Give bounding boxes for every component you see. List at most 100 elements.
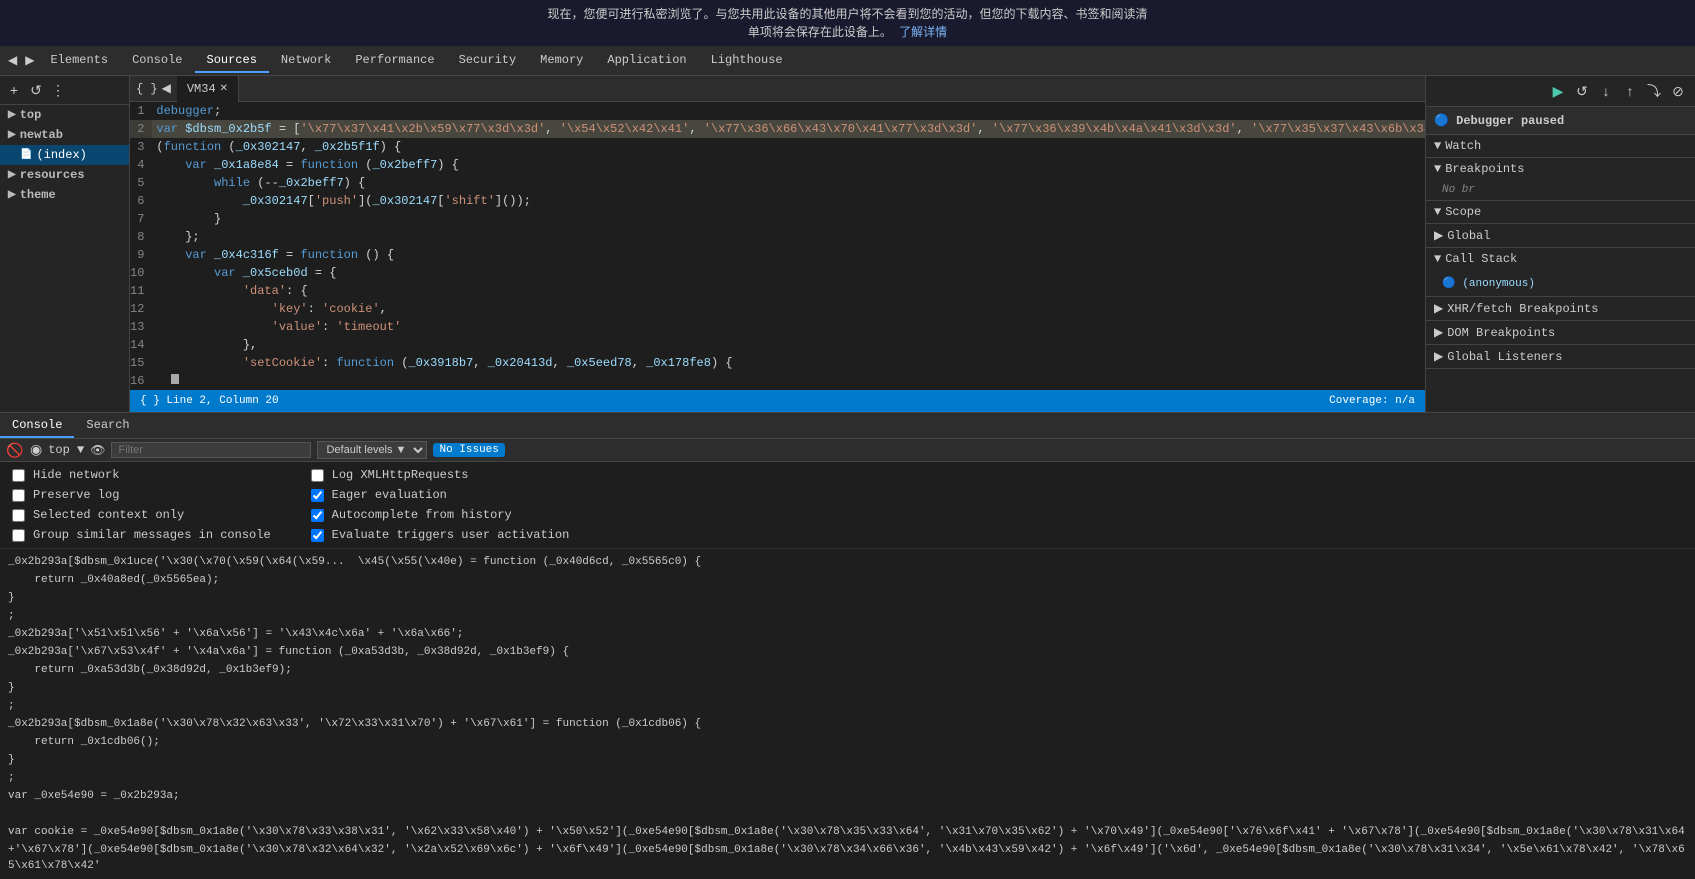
log-xhr-checkbox[interactable] — [311, 469, 324, 482]
console-level-select[interactable]: Default levels ▼ — [317, 441, 427, 459]
tab-arrow-left[interactable]: ◀ — [162, 81, 171, 96]
console-line: var cookie = _0xe54e90[$dbsm_0x1a8e('\x3… — [8, 823, 1687, 841]
settings-left-col: Hide network Preserve log Selected conte… — [12, 468, 271, 542]
tab-application[interactable]: Application — [595, 49, 698, 73]
code-line-7: 7 } — [130, 210, 1425, 228]
xhr-breakpoints-section: ▶ XHR/fetch Breakpoints — [1426, 297, 1695, 321]
step-btn[interactable]: ⤵ — [1643, 80, 1665, 102]
incognito-bar: 现在，您便可进行私密浏览了。与您共用此设备的其他用户将不会看到您的活动，但您的下… — [0, 0, 1695, 46]
console-line: _0x2b293a['\x51\x51\x56' + '\x6a\x56'] =… — [8, 625, 1687, 643]
xhr-breakpoints-header[interactable]: ▶ XHR/fetch Breakpoints — [1426, 297, 1695, 320]
incognito-line1: 现在，您便可进行私密浏览了。与您共用此设备的其他用户将不会看到您的活动，但您的下… — [0, 6, 1695, 24]
tab-security[interactable]: Security — [447, 49, 529, 73]
learn-more-link[interactable]: 了解详情 — [899, 26, 947, 40]
sidebar-more-btn[interactable]: ⋮ — [48, 80, 68, 100]
code-status-bar: { } Line 2, Column 20 Coverage: n/a — [130, 390, 1425, 412]
bottom-tab-search[interactable]: Search — [74, 414, 141, 438]
watch-section-header[interactable]: ▼ Watch — [1426, 135, 1695, 157]
close-tab-icon[interactable]: ✕ — [220, 83, 228, 95]
code-line-15: 15 'setCookie': function (_0x3918b7, _0x… — [130, 354, 1425, 372]
dom-breakpoints-header[interactable]: ▶ DOM Breakpoints — [1426, 321, 1695, 344]
scope-section-header[interactable]: ▼ Scope — [1426, 201, 1695, 223]
console-line: _0x2b293a[$dbsm_0x1a8e('\x30\x78\x32\x63… — [8, 715, 1687, 733]
tab-elements[interactable]: Elements — [38, 49, 120, 73]
setting-eval-triggers: Evaluate triggers user activation — [311, 528, 570, 542]
tab-nav-next[interactable]: ▶ — [21, 53, 38, 68]
console-line: } — [8, 589, 1687, 607]
code-line-2: 2 var $dbsm_0x2b5f = ['\x77\x37\x41\x2b\… — [130, 120, 1425, 138]
code-line-13: 13 'value': 'timeout' — [130, 318, 1425, 336]
setting-selected-context: Selected context only — [12, 508, 271, 522]
code-line-11: 11 'data': { — [130, 282, 1425, 300]
console-output[interactable]: _0x2b293a[$dbsm_0x1uce('\x30(\x70(\x59(\… — [0, 549, 1695, 879]
sidebar-toolbar: + ↺ ⋮ — [0, 76, 129, 105]
step-into-btn[interactable]: ↓ — [1595, 80, 1617, 102]
global-section: ▶ Global — [1426, 224, 1695, 248]
hide-network-label: Hide network — [33, 468, 119, 482]
chevron-right-icon-3: ▶ — [8, 169, 16, 181]
console-line: ; — [8, 769, 1687, 787]
group-similar-checkbox[interactable] — [12, 529, 25, 542]
format-icon: { } — [136, 82, 158, 96]
sidebar-refresh-btn[interactable]: ↺ — [26, 80, 46, 100]
global-listeners-header[interactable]: ▶ Global Listeners — [1426, 345, 1695, 368]
step-out-btn[interactable]: ↑ — [1619, 80, 1641, 102]
breakpoints-content: No br — [1426, 180, 1695, 200]
code-lines: 1 debugger; 2 var $dbsm_0x2b5f = ['\x77\… — [130, 102, 1425, 390]
setting-hide-network: Hide network — [12, 468, 271, 482]
console-line: var _0xe54e90 = _0x2b293a; — [8, 787, 1687, 805]
tab-performance[interactable]: Performance — [343, 49, 446, 73]
chevron-right-icon-gl: ▶ — [1434, 349, 1443, 364]
eval-triggers-checkbox[interactable] — [311, 529, 324, 542]
console-clear-btn[interactable]: 🚫 — [6, 441, 24, 459]
code-content[interactable]: 1 debugger; 2 var $dbsm_0x2b5f = ['\x77\… — [130, 102, 1425, 390]
eager-eval-checkbox[interactable] — [311, 489, 324, 502]
sidebar-item-resources[interactable]: ▶ resources — [0, 165, 129, 185]
breakpoints-section-header[interactable]: ▼ Breakpoints — [1426, 158, 1695, 180]
tab-network[interactable]: Network — [269, 49, 343, 73]
tab-nav-prev[interactable]: ◀ — [4, 53, 21, 68]
code-tab-bar: { } ◀ VM34 ✕ — [130, 76, 1425, 102]
sidebar-item-theme[interactable]: ▶ theme — [0, 185, 129, 205]
resume-btn[interactable]: ▶ — [1547, 80, 1569, 102]
call-stack-content: 🔵 (anonymous) — [1426, 270, 1695, 296]
log-icon: ◉ — [30, 442, 42, 459]
console-line: ; — [8, 607, 1687, 625]
code-line-10: 10 var _0x5ceb0d = { — [130, 264, 1425, 282]
deactivate-btn[interactable]: ⊘ — [1667, 80, 1689, 102]
no-issues-badge: No Issues — [433, 443, 504, 457]
chevron-right-icon-dom: ▶ — [1434, 325, 1443, 340]
global-section-header[interactable]: ▶ Global — [1426, 224, 1695, 247]
preserve-log-checkbox[interactable] — [12, 489, 25, 502]
code-line-12: 12 'key': 'cookie', — [130, 300, 1425, 318]
bottom-tab-console[interactable]: Console — [0, 414, 74, 438]
code-line-3: 3 (function (_0x302147, _0x2b5f1f) { — [130, 138, 1425, 156]
tab-sources[interactable]: Sources — [195, 49, 269, 73]
call-stack-item[interactable]: 🔵 (anonymous) — [1442, 274, 1679, 292]
hide-network-checkbox[interactable] — [12, 469, 25, 482]
chevron-right-icon-4: ▶ — [8, 189, 16, 201]
selected-context-checkbox[interactable] — [12, 509, 25, 522]
sidebar-item-top[interactable]: ▶ top — [0, 105, 129, 125]
watch-section: ▼ Watch — [1426, 135, 1695, 158]
debugger-toolbar: ▶ ↺ ↓ ↑ ⤵ ⊘ — [1426, 76, 1695, 107]
step-over-btn[interactable]: ↺ — [1571, 80, 1593, 102]
tab-lighthouse[interactable]: Lighthouse — [699, 49, 795, 73]
tab-console[interactable]: Console — [120, 49, 194, 73]
sidebar-new-file-btn[interactable]: + — [4, 80, 24, 100]
sidebar-item-newtab[interactable]: ▶ newtab — [0, 125, 129, 145]
autocomplete-checkbox[interactable] — [311, 509, 324, 522]
eye-icon: 👁 — [90, 443, 105, 458]
eval-triggers-label: Evaluate triggers user activation — [332, 528, 570, 542]
code-line-9: 9 var _0x4c316f = function () { — [130, 246, 1425, 264]
sidebar-item-index[interactable]: 📄 (index) — [0, 145, 129, 165]
top-section: + ↺ ⋮ ▶ top ▶ newtab 📄 (index) ▶ resourc… — [0, 76, 1695, 413]
console-line: ; — [8, 697, 1687, 715]
code-tab-vm34[interactable]: VM34 ✕ — [177, 76, 239, 102]
console-filter-input[interactable] — [111, 442, 311, 458]
call-stack-section-header[interactable]: ▼ Call Stack — [1426, 248, 1695, 270]
breakpoints-section: ▼ Breakpoints No br — [1426, 158, 1695, 201]
debugger-paused-label: 🔵 Debugger paused — [1426, 107, 1695, 135]
tab-memory[interactable]: Memory — [528, 49, 595, 73]
eager-eval-label: Eager evaluation — [332, 488, 447, 502]
